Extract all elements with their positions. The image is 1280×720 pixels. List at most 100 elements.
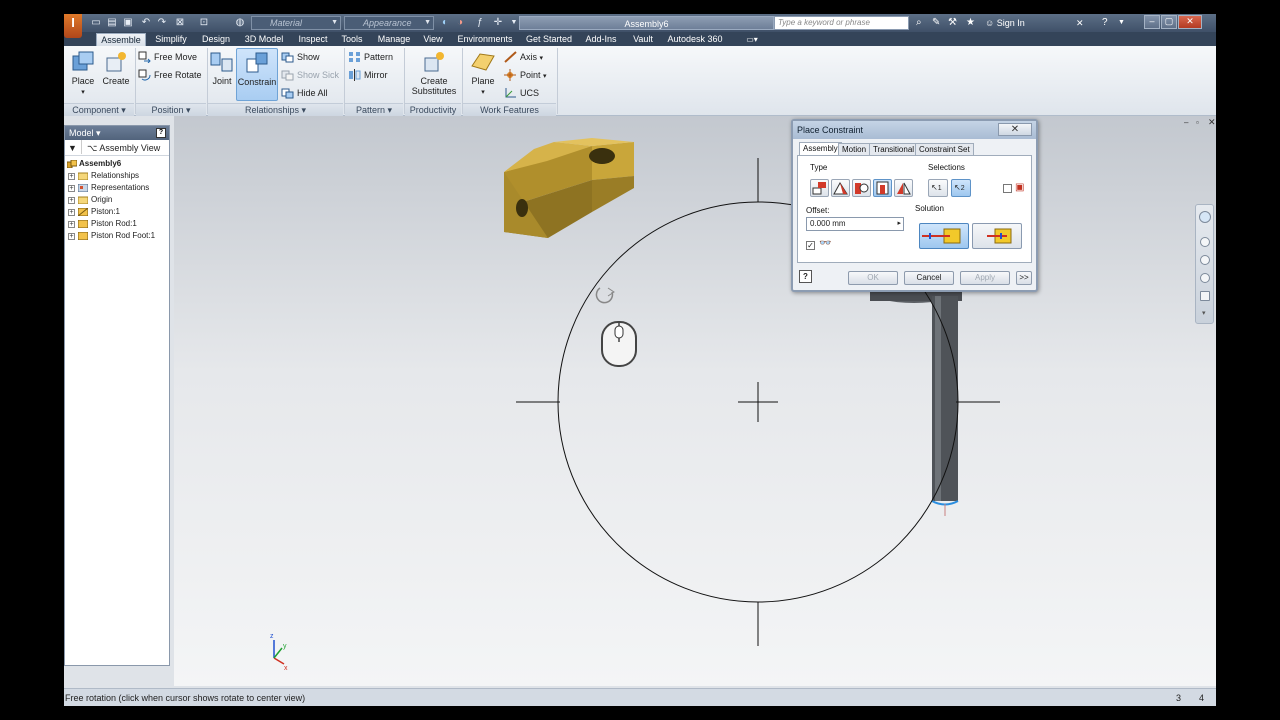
subscription-icon[interactable]: ⚒ bbox=[948, 16, 957, 30]
expand-icon[interactable]: + bbox=[68, 221, 75, 228]
symmetry-constraint-button[interactable] bbox=[894, 179, 913, 197]
show-button[interactable]: Show bbox=[281, 49, 320, 65]
constrain-button[interactable]: Constrain bbox=[236, 48, 278, 101]
tree-item-relationships[interactable]: + Relationships bbox=[65, 170, 169, 182]
productivity-panel-label[interactable]: Productivity bbox=[405, 103, 461, 116]
tab-simplify[interactable]: Simplify bbox=[150, 33, 192, 46]
create-button[interactable]: Create bbox=[100, 48, 132, 86]
expand-icon[interactable]: + bbox=[68, 233, 75, 240]
tree-item-piston-rod-foot[interactable]: + Piston Rod Foot:1 bbox=[65, 230, 169, 242]
axis-button[interactable]: Axis ▾ bbox=[504, 49, 543, 65]
pan-icon[interactable] bbox=[1200, 237, 1210, 247]
tab-environments[interactable]: Environments bbox=[454, 33, 516, 46]
help-icon[interactable]: ? bbox=[156, 128, 166, 138]
new-icon[interactable]: ▭ bbox=[90, 17, 102, 28]
tree-item-piston[interactable]: + Piston:1 bbox=[65, 206, 169, 218]
point-button[interactable]: Point ▾ bbox=[504, 67, 547, 83]
tools-icon[interactable]: ✎ bbox=[932, 16, 940, 30]
zoom-icon[interactable] bbox=[1200, 255, 1210, 265]
open-icon[interactable]: ▤ bbox=[106, 17, 118, 28]
orbit-icon[interactable] bbox=[1200, 273, 1210, 283]
insert-constraint-button[interactable] bbox=[873, 179, 892, 197]
select-icon[interactable]: ⊡ bbox=[198, 17, 210, 28]
appearance-clear-icon[interactable]: ◐ bbox=[439, 17, 451, 28]
dialog-tab-assembly[interactable]: Assembly bbox=[799, 142, 842, 155]
undo-icon[interactable]: ↶ bbox=[140, 17, 152, 28]
apply-button[interactable]: Apply bbox=[960, 271, 1010, 285]
expand-icon[interactable]: + bbox=[68, 209, 75, 216]
tab-assemble[interactable]: Assemble bbox=[96, 33, 146, 46]
tab-get-started[interactable]: Get Started bbox=[524, 33, 574, 46]
tab-tools[interactable]: Tools bbox=[338, 33, 366, 46]
save-icon[interactable]: ▣ bbox=[122, 17, 134, 28]
mirror-button[interactable]: Mirror bbox=[348, 67, 388, 83]
hide-all-button[interactable]: Hide All bbox=[281, 85, 328, 101]
piston-rod-foot-part[interactable] bbox=[504, 138, 634, 238]
dialog-help-icon[interactable]: ? bbox=[799, 270, 812, 283]
dialog-tab-transitional[interactable]: Transitional bbox=[869, 143, 919, 155]
material-combo[interactable]: Material ▼ bbox=[251, 16, 341, 30]
navbar-menu-icon[interactable]: ▾ bbox=[1202, 309, 1206, 317]
piston-rod-part[interactable] bbox=[870, 279, 962, 516]
tree-item-origin[interactable]: + Origin bbox=[65, 194, 169, 206]
place-button[interactable]: Place ▾ bbox=[68, 48, 98, 96]
show-sick-button[interactable]: Show Sick bbox=[281, 67, 339, 83]
tab-3d-model[interactable]: 3D Model bbox=[240, 33, 288, 46]
minimize-button[interactable]: – bbox=[1144, 15, 1160, 29]
plane-button[interactable]: Plane ▾ bbox=[466, 48, 500, 96]
ucs-button[interactable]: UCS bbox=[504, 85, 539, 101]
dialog-tab-motion[interactable]: Motion bbox=[838, 143, 871, 155]
doc-close-icon[interactable]: ✕ bbox=[1208, 117, 1216, 128]
more-button[interactable]: >> bbox=[1016, 271, 1032, 285]
browser-header[interactable]: Model ▾ ? bbox=[65, 126, 169, 140]
update-icon[interactable]: ◍ bbox=[234, 17, 246, 28]
offset-input[interactable]: 0.000 mm ▸ bbox=[806, 217, 904, 231]
filter-icon[interactable]: ▼ bbox=[68, 140, 77, 156]
tab-view[interactable]: View bbox=[420, 33, 446, 46]
binoculars-icon[interactable]: ⌕ bbox=[916, 16, 922, 30]
tab-add-ins[interactable]: Add-Ins bbox=[582, 33, 620, 46]
sign-in-button[interactable]: ☺ Sign In bbox=[985, 16, 1025, 30]
free-rotate-button[interactable]: Free Rotate bbox=[138, 67, 202, 83]
look-at-icon[interactable] bbox=[1200, 291, 1210, 301]
measure-icon[interactable]: ✛ bbox=[492, 17, 504, 28]
assembly-view-button[interactable]: ⌥ Assembly View bbox=[87, 140, 160, 156]
favorites-icon[interactable]: ★ bbox=[966, 16, 975, 30]
show-preview-checkbox[interactable]: ✓ bbox=[806, 241, 815, 250]
tab-vault[interactable]: Vault bbox=[628, 33, 658, 46]
mate-constraint-button[interactable] bbox=[810, 179, 829, 197]
tangent-constraint-button[interactable] bbox=[852, 179, 871, 197]
expand-icon[interactable]: + bbox=[68, 185, 75, 192]
create-substitutes-button[interactable]: Create Substitutes bbox=[406, 48, 462, 96]
help-icon[interactable]: ? bbox=[1102, 16, 1108, 30]
aligned-solution-button[interactable] bbox=[972, 223, 1022, 249]
maximize-button[interactable]: ▢ bbox=[1161, 15, 1177, 29]
appearance-combo[interactable]: Appearance ▼ bbox=[344, 16, 434, 30]
position-panel-label[interactable]: Position ▾ bbox=[136, 103, 206, 116]
chevron-right-icon[interactable]: ▸ bbox=[897, 218, 901, 230]
tree-item-representations[interactable]: + Representations bbox=[65, 182, 169, 194]
component-panel-label[interactable]: Component ▾ bbox=[64, 103, 134, 116]
doc-restore-icon[interactable]: ▫ bbox=[1196, 118, 1199, 127]
opposed-solution-button[interactable] bbox=[919, 223, 969, 249]
dialog-close-button[interactable]: ✕ bbox=[998, 123, 1032, 136]
tab-design[interactable]: Design bbox=[198, 33, 234, 46]
free-move-button[interactable]: Free Move bbox=[138, 49, 197, 65]
pattern-button[interactable]: Pattern bbox=[348, 49, 393, 65]
pattern-panel-label[interactable]: Pattern ▾ bbox=[345, 103, 403, 116]
ribbon-minimize-icon[interactable]: ▭▾ bbox=[744, 33, 760, 46]
joint-button[interactable]: Joint bbox=[208, 48, 236, 86]
fx-icon[interactable]: ƒ bbox=[474, 17, 486, 28]
doc-minimize-icon[interactable]: – bbox=[1184, 118, 1188, 127]
work-features-panel-label[interactable]: Work Features bbox=[463, 103, 556, 116]
expand-icon[interactable]: + bbox=[68, 197, 75, 204]
ok-button[interactable]: OK bbox=[848, 271, 898, 285]
selection-1-button[interactable]: ↖1 bbox=[928, 179, 948, 197]
relationships-panel-label[interactable]: Relationships ▾ bbox=[208, 103, 343, 116]
return-icon[interactable]: ⊠ bbox=[174, 17, 186, 28]
tab-inspect[interactable]: Inspect bbox=[294, 33, 332, 46]
application-menu-button[interactable]: I bbox=[64, 14, 82, 38]
tree-item-piston-rod[interactable]: + Piston Rod:1 bbox=[65, 218, 169, 230]
dialog-title-bar[interactable]: Place Constraint ✕ bbox=[793, 121, 1036, 139]
tree-item-assembly[interactable]: Assembly6 bbox=[65, 158, 169, 170]
